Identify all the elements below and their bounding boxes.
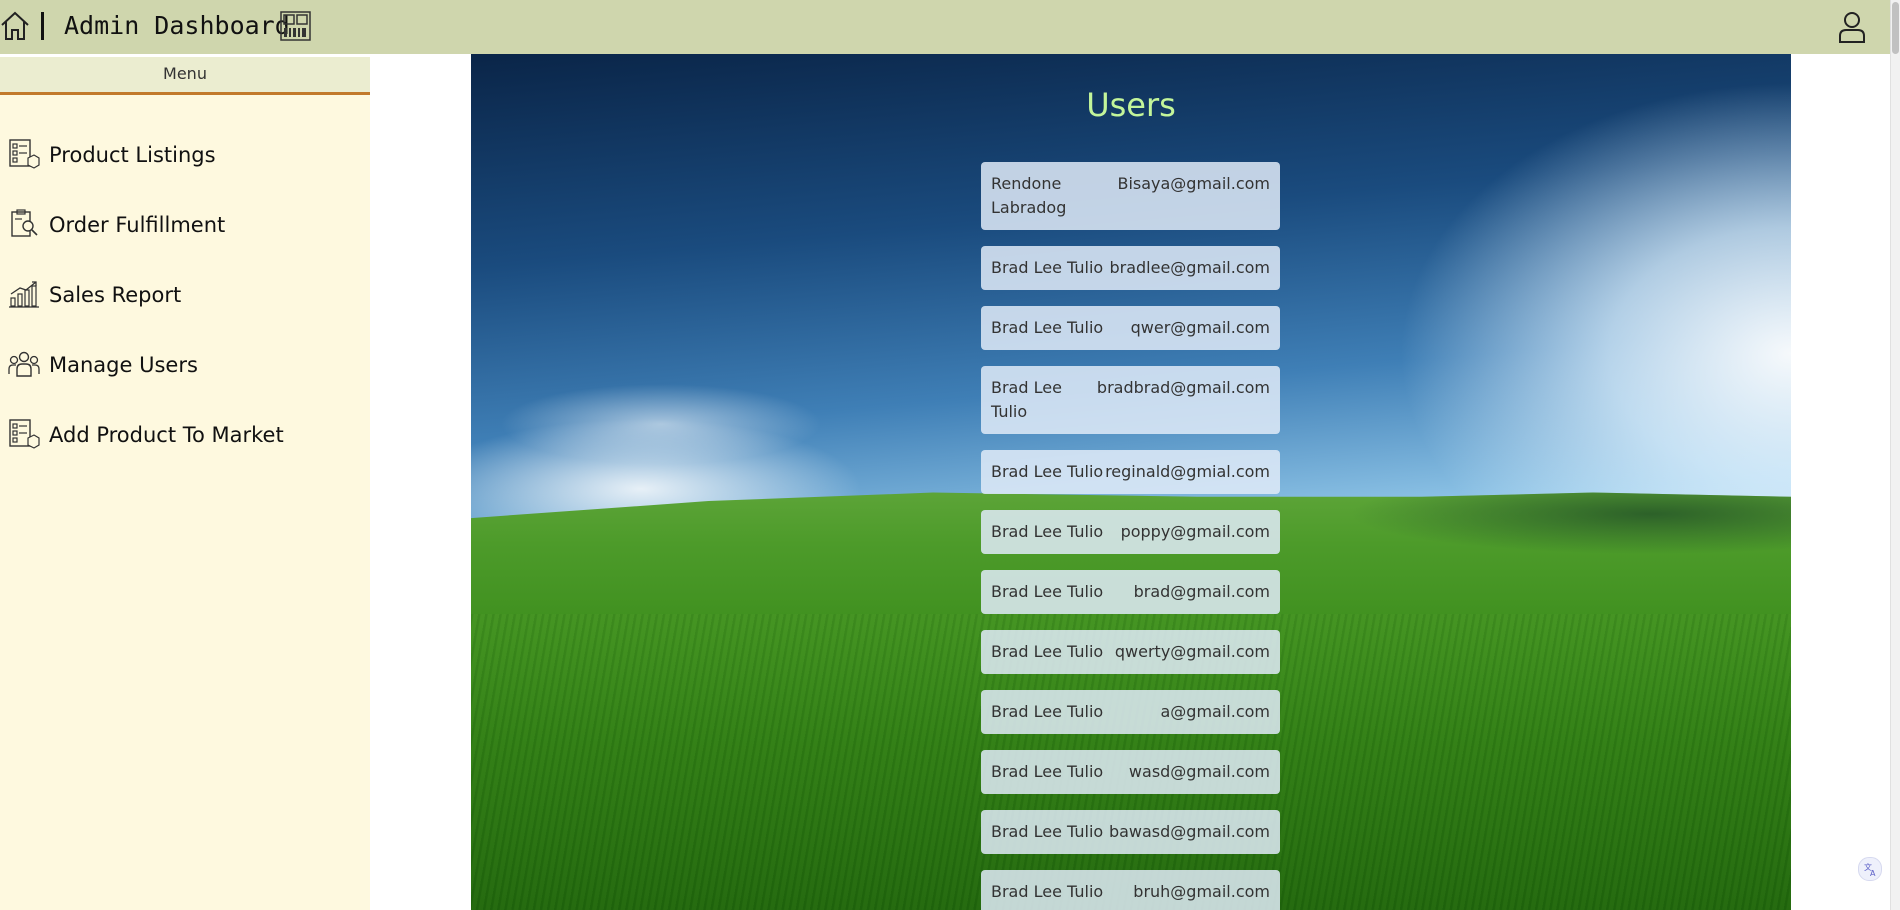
sidebar-item-label: Add Product To Market <box>49 423 284 447</box>
user-card[interactable]: Brad Lee Tulio qwer@gmail.com <box>981 306 1280 350</box>
users-panel: Users Rendone Labradog Bisaya@gmail.com … <box>471 54 1791 910</box>
user-profile-icon[interactable] <box>1836 10 1868 44</box>
user-name: Brad Lee Tulio <box>991 882 1104 901</box>
growth-chart-icon <box>8 278 40 310</box>
user-email: bradlee@gmail.com <box>1109 258 1270 277</box>
sidebar-item-label: Manage Users <box>49 353 198 377</box>
user-card[interactable]: Brad Lee Tulio bruh@gmail.com <box>981 870 1280 910</box>
user-name: Brad Lee Tulio <box>991 642 1104 661</box>
user-name: Brad Lee Tulio <box>991 462 1104 481</box>
menu-header: Menu <box>0 57 370 95</box>
user-card[interactable]: Brad Lee Tulio reginald@gmial.com <box>981 450 1280 494</box>
user-email: brad@gmail.com <box>1133 582 1270 601</box>
user-email: qwer@gmail.com <box>1130 318 1270 337</box>
title-divider <box>41 12 44 40</box>
sidebar-item-sales-report[interactable]: Sales Report <box>0 270 370 320</box>
user-name: Brad Lee Tulio <box>991 318 1104 337</box>
sidebar-item-add-product-to-market[interactable]: Add Product To Market <box>0 410 370 460</box>
sidebar-item-label: Product Listings <box>49 143 216 167</box>
user-email: wasd@gmail.com <box>1128 762 1270 781</box>
page-scrollbar[interactable] <box>1890 0 1900 910</box>
user-list: Rendone Labradog Bisaya@gmail.com Brad L… <box>981 162 1280 910</box>
sidebar-item-manage-users[interactable]: Manage Users <box>0 340 370 390</box>
user-email: qwerty@gmail.com <box>1114 642 1270 661</box>
home-icon[interactable] <box>0 10 30 42</box>
user-email: a@gmail.com <box>1160 702 1271 721</box>
user-name: Brad Lee Tulio <box>991 582 1104 601</box>
sidebar: Menu Product Listings Order Fulfillment … <box>0 57 370 910</box>
checklist-box-icon <box>8 138 40 170</box>
user-card[interactable]: Brad Lee Tulio qwerty@gmail.com <box>981 630 1280 674</box>
user-email: bruh@gmail.com <box>1133 882 1270 901</box>
user-name: Rendone Labradog <box>991 174 1067 217</box>
top-bar: Admin Dashboard <box>0 0 1890 54</box>
user-card[interactable]: Brad Lee Tulio a@gmail.com <box>981 690 1280 734</box>
user-name: Brad Lee Tulio <box>991 702 1104 721</box>
user-card[interactable]: Brad Lee Tulio brad@gmail.com <box>981 570 1280 614</box>
user-card[interactable]: Brad Lee Tulio poppy@gmail.com <box>981 510 1280 554</box>
sidebar-item-order-fulfillment[interactable]: Order Fulfillment <box>0 200 370 250</box>
barcode-logo-icon <box>279 10 312 42</box>
scrollbar-thumb[interactable] <box>1892 2 1899 54</box>
user-name: Brad Lee Tulio <box>991 522 1104 541</box>
page-title: Users <box>1086 86 1176 124</box>
app-title: Admin Dashboard <box>64 11 290 40</box>
sidebar-item-label: Order Fulfillment <box>49 213 226 237</box>
user-card[interactable]: Rendone Labradog Bisaya@gmail.com <box>981 162 1280 230</box>
user-card[interactable]: Brad Lee Tulio bawasd@gmail.com <box>981 810 1280 854</box>
user-card[interactable]: Brad Lee Tulio wasd@gmail.com <box>981 750 1280 794</box>
user-name: Brad Lee Tulio <box>991 762 1104 781</box>
user-name: Brad Lee Tulio <box>991 378 1062 421</box>
user-name: Brad Lee Tulio <box>991 822 1104 841</box>
sidebar-item-label: Sales Report <box>49 283 182 307</box>
sidebar-item-product-listings[interactable]: Product Listings <box>0 130 370 180</box>
user-email: reginald@gmial.com <box>1105 462 1270 481</box>
user-email: bradbrad@gmail.com <box>1096 378 1270 397</box>
user-name: Brad Lee Tulio <box>991 258 1104 277</box>
user-card[interactable]: Brad Lee Tulio bradbrad@gmail.com <box>981 366 1280 434</box>
user-email: Bisaya@gmail.com <box>1117 174 1270 193</box>
user-card[interactable]: Brad Lee Tulio bradlee@gmail.com <box>981 246 1280 290</box>
user-email: bawasd@gmail.com <box>1108 822 1270 841</box>
user-group-icon <box>8 348 40 380</box>
checklist-box-icon <box>8 418 40 450</box>
translate-icon[interactable]: 文 A <box>1858 857 1882 881</box>
clipboard-search-icon <box>8 208 40 240</box>
svg-text:A: A <box>1870 869 1876 878</box>
user-email: poppy@gmail.com <box>1120 522 1270 541</box>
